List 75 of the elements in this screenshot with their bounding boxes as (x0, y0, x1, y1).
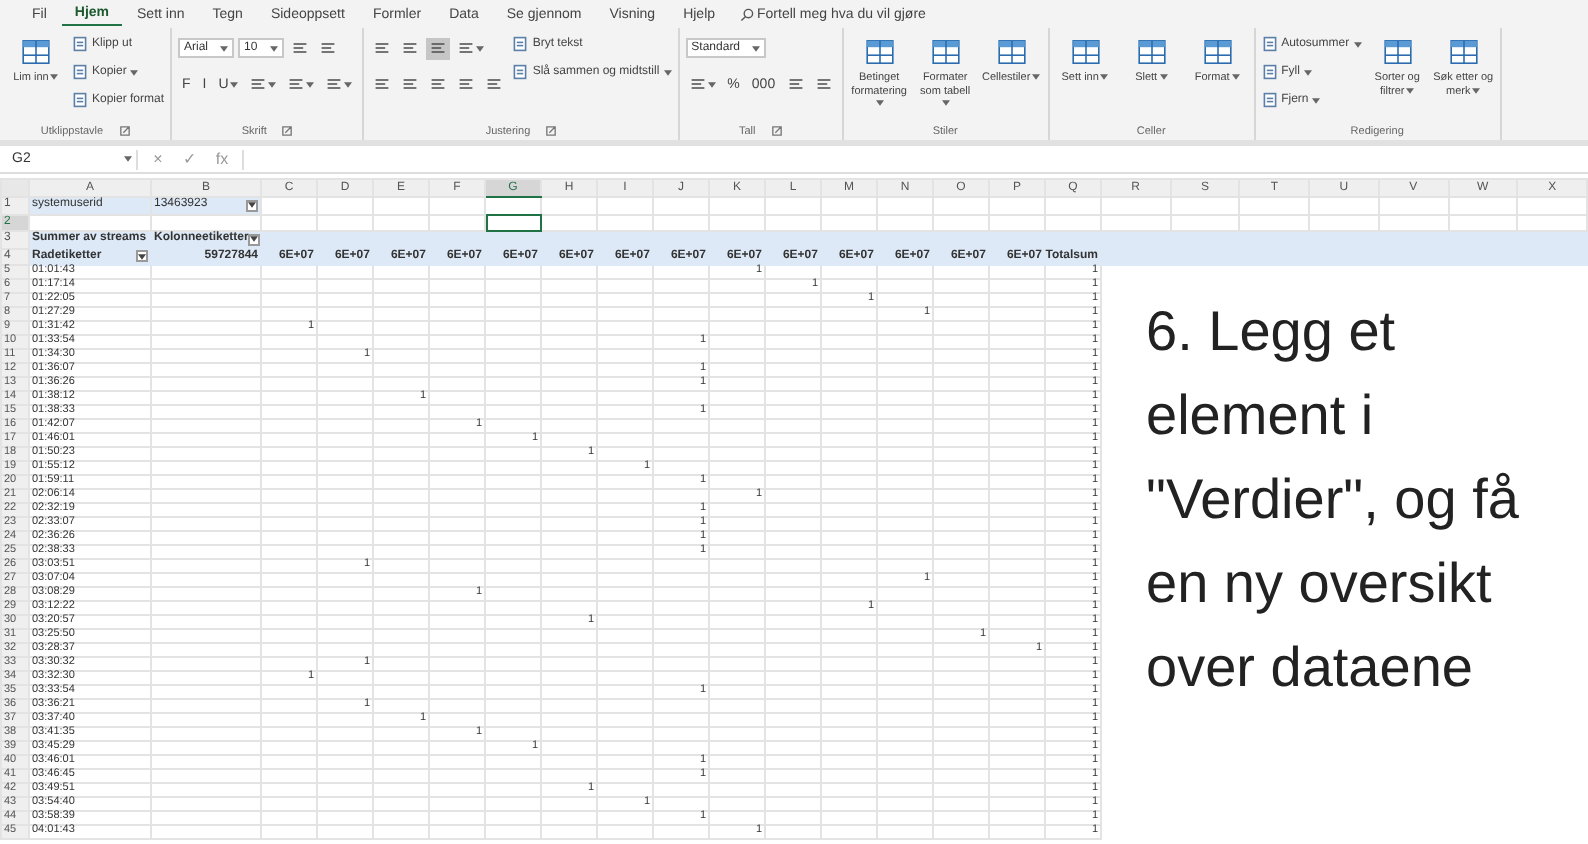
table-icon (1135, 36, 1168, 68)
caret-icon (269, 45, 278, 51)
lines-icon (689, 76, 706, 92)
document-icon (1261, 36, 1278, 52)
lines-icon (374, 40, 391, 56)
caret-icon (138, 253, 146, 260)
caret-icon (50, 74, 59, 81)
document-icon (1261, 92, 1278, 108)
caret-icon (250, 236, 259, 243)
caret-icon (1472, 87, 1481, 94)
caret-icon (1406, 87, 1415, 94)
table-icon (1381, 36, 1414, 68)
caret-icon (707, 81, 716, 87)
caret-icon (876, 100, 885, 107)
tool-button[interactable] (426, 37, 451, 59)
document-icon (72, 92, 88, 108)
caret-icon (1312, 97, 1321, 103)
document-icon (512, 36, 529, 52)
caret-icon (230, 81, 239, 87)
lines-icon (815, 76, 832, 92)
lines-icon (430, 76, 447, 92)
caption-text: 6. Legg et element i "Verdier", og få en ny oversikt over dataene (1144, 298, 1521, 702)
lines-icon (486, 76, 503, 92)
caret-icon (130, 69, 139, 75)
caret-icon (942, 100, 951, 107)
filter-button[interactable] (246, 199, 258, 212)
launcher-icon[interactable] (119, 126, 130, 136)
table-icon (1201, 36, 1234, 68)
lines-icon (374, 76, 391, 92)
lines-icon (250, 76, 267, 92)
table-icon (1069, 36, 1102, 68)
caret-icon (476, 45, 485, 51)
document-icon (1261, 64, 1278, 80)
table-icon (1447, 36, 1480, 68)
tool-button[interactable] (246, 73, 281, 95)
filter-button[interactable] (136, 250, 148, 263)
caret-icon (1159, 74, 1168, 81)
filter-button[interactable] (248, 233, 261, 246)
launcher-icon[interactable] (282, 126, 293, 136)
search-icon (739, 7, 754, 21)
caret-icon (248, 202, 256, 209)
lines-icon (402, 76, 419, 92)
lines-icon (291, 40, 308, 56)
caret-icon (344, 81, 353, 87)
launcher-icon[interactable] (771, 126, 782, 136)
lines-icon (430, 40, 447, 56)
table-icon (20, 36, 52, 68)
caret-icon (663, 69, 672, 75)
lines-icon (458, 40, 475, 56)
table-icon (995, 36, 1028, 68)
caret-icon (1032, 74, 1041, 81)
document-icon (512, 64, 529, 80)
tool-button[interactable] (454, 37, 489, 59)
lines-icon (326, 76, 343, 92)
caret-icon (306, 81, 315, 87)
caret-icon (1353, 41, 1362, 47)
lines-icon (458, 76, 475, 92)
tool-button[interactable] (284, 73, 319, 95)
caret-icon (124, 156, 132, 162)
caret-icon (220, 45, 229, 51)
caret-icon (1100, 74, 1109, 81)
lines-icon (402, 40, 419, 56)
caret-icon (1303, 69, 1312, 75)
lines-icon (319, 40, 336, 56)
document-icon (72, 64, 88, 80)
lines-icon (288, 76, 305, 92)
tool-button[interactable] (322, 73, 357, 95)
caret-icon (1231, 74, 1240, 81)
caret-icon (268, 81, 277, 87)
caret-icon (752, 45, 761, 51)
launcher-icon[interactable] (546, 126, 557, 136)
table-icon (929, 36, 962, 68)
table-icon (863, 36, 896, 68)
document-icon (72, 36, 88, 52)
lines-icon (787, 76, 804, 92)
